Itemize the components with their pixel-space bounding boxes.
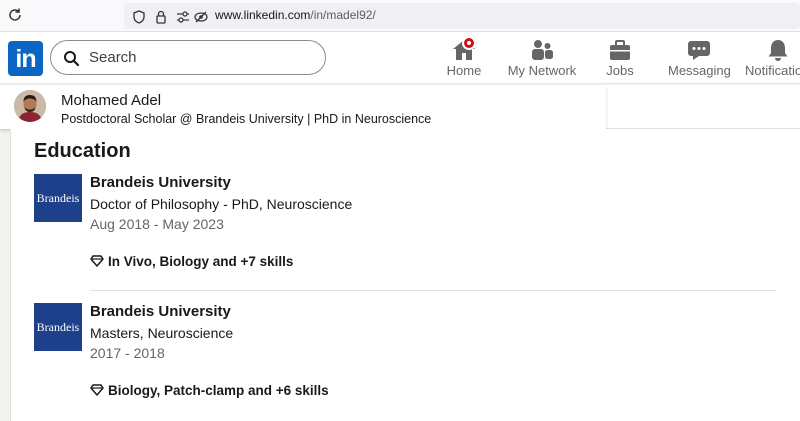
nav-messaging[interactable]: Messaging [668,32,731,84]
search-box[interactable] [50,40,326,75]
skills-link[interactable]: Biology, Patch-clamp and +6 skills [90,383,329,398]
nav-jobs[interactable]: Jobs [596,32,644,84]
education-card: Education Brandeis Brandeis University D… [10,129,800,421]
linkedin-navbar: in Home My Network Jobs [0,32,800,84]
search-icon [64,51,80,67]
permissions-icon[interactable] [176,10,190,24]
messaging-icon [688,41,710,60]
date-range: Aug 2018 - May 2023 [90,216,224,232]
url-host: www.linkedin.com [215,8,311,22]
skills-link[interactable]: In Vivo, Biology and +7 skills [90,254,293,269]
profile-bar-extension [606,85,800,129]
section-title: Education [34,140,131,162]
reload-icon[interactable] [6,6,24,24]
divider [90,290,776,291]
nav-my-network[interactable]: My Network [506,32,578,84]
url-text[interactable]: www.linkedin.com/in/madel92/ [215,8,376,22]
school-logo[interactable]: Brandeis [34,174,82,222]
linkedin-logo[interactable]: in [8,41,43,76]
shield-icon[interactable] [132,10,146,24]
degree: Masters, Neuroscience [90,325,234,341]
profile-name: Mohamed Adel [61,92,162,109]
tracking-blocked-icon[interactable] [194,10,208,24]
nav-notifications-label: Notifications [745,63,800,78]
network-icon [532,40,553,60]
nav-home-label: Home [446,63,482,78]
degree: Doctor of Philosophy - PhD, Neuroscience [90,196,353,212]
nav-my-network-label: My Network [507,63,577,78]
bell-icon [768,40,788,61]
nav-notifications[interactable]: Notifications [744,32,800,84]
address-bar[interactable]: www.linkedin.com/in/madel92/ [124,3,800,29]
school-name[interactable]: Brandeis University [90,174,231,191]
diamond-icon [90,384,104,396]
avatar-photo [14,90,46,122]
school-logo[interactable]: Brandeis [34,303,82,351]
skills-text: Biology, Patch-clamp and +6 skills [108,383,329,398]
profile-headline: Postdoctoral Scholar @ Brandeis Universi… [61,112,432,126]
diamond-icon [90,255,104,267]
url-path: /in/madel92/ [310,8,376,22]
sticky-profile-header: Mohamed Adel Postdoctoral Scholar @ Bran… [0,85,606,129]
briefcase-icon [610,40,630,60]
nav-messaging-label: Messaging [668,63,731,78]
nav-jobs-label: Jobs [606,63,634,78]
school-name[interactable]: Brandeis University [90,303,231,320]
browser-toolbar: www.linkedin.com/in/madel92/ [0,0,800,32]
date-range: 2017 - 2018 [90,345,165,361]
skills-text: In Vivo, Biology and +7 skills [108,254,294,269]
lock-icon[interactable] [154,10,168,24]
notification-badge [462,36,476,50]
avatar[interactable] [14,90,46,122]
search-input[interactable] [89,41,319,74]
